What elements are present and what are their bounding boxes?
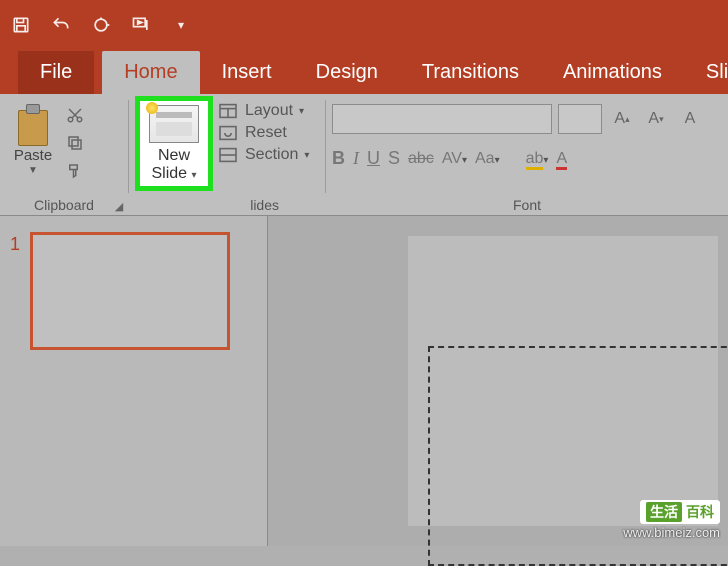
copy-icon[interactable] — [64, 132, 86, 154]
new-slide-label: New Slide ▾ — [151, 147, 196, 182]
tab-design[interactable]: Design — [294, 51, 400, 94]
slide-thumbnail[interactable] — [30, 232, 230, 350]
title-bar: ▾ — [0, 0, 728, 50]
group-slides: New Slide ▾ Layout ▾ Reset — [129, 94, 325, 215]
reset-label: Reset — [245, 124, 287, 142]
group-label-font: Font — [332, 195, 722, 215]
group-clipboard: Paste ▼ Clipboard ◢ — [0, 94, 128, 215]
tab-animations[interactable]: Animations — [541, 51, 684, 94]
new-slide-icon — [149, 105, 199, 143]
group-font: A▴ A▾ A B I U S abc AV▾ Aa▾ ab▾ A Font — [326, 94, 728, 215]
tab-insert[interactable]: Insert — [200, 51, 294, 94]
watermark-badge-left: 生活 — [646, 502, 682, 522]
section-button[interactable]: Section ▾ — [217, 146, 309, 164]
chevron-down-icon: ▼ — [28, 165, 38, 176]
layout-icon — [217, 102, 239, 120]
group-label-clipboard: Clipboard — [6, 195, 122, 215]
ribbon-tabs: File Home Insert Design Transitions Anim… — [0, 50, 728, 94]
slide-editor[interactable] — [268, 216, 728, 546]
start-from-beginning-icon[interactable] — [130, 14, 152, 36]
tab-file[interactable]: File — [18, 51, 94, 94]
dialog-launcher-icon[interactable]: ◢ — [113, 200, 125, 212]
reset-button[interactable]: Reset — [217, 124, 309, 142]
workspace: 1 — [0, 216, 728, 546]
strikethrough-button[interactable]: abc — [408, 150, 434, 168]
clear-formatting-icon[interactable]: A — [676, 105, 704, 133]
decrease-font-icon[interactable]: A▾ — [642, 105, 670, 133]
font-name-combo[interactable] — [332, 104, 552, 134]
cut-icon[interactable] — [64, 104, 86, 126]
ribbon: Paste ▼ Clipboard ◢ New Slid — [0, 94, 728, 216]
reset-icon — [217, 124, 239, 142]
watermark-badge-right: 百科 — [686, 502, 714, 522]
underline-button[interactable]: U — [367, 148, 380, 169]
bold-button[interactable]: B — [332, 148, 345, 169]
chevron-down-icon: ▾ — [299, 106, 304, 117]
slide-number: 1 — [10, 234, 20, 255]
chevron-down-icon: ▾ — [304, 150, 309, 161]
paste-icon — [16, 104, 50, 146]
section-label: Section — [245, 146, 298, 164]
italic-button[interactable]: I — [353, 148, 359, 169]
group-label-slides: lides — [135, 195, 319, 215]
tab-transitions[interactable]: Transitions — [400, 51, 541, 94]
tab-slideshow[interactable]: Slide — [684, 51, 728, 94]
tab-home[interactable]: Home — [102, 51, 199, 94]
paste-label: Paste — [14, 148, 52, 163]
text-highlight-button[interactable]: ab▾ — [526, 150, 549, 168]
redo-icon[interactable] — [90, 14, 112, 36]
font-size-combo[interactable] — [558, 104, 602, 134]
customize-qat-icon[interactable]: ▾ — [170, 14, 192, 36]
increase-font-icon[interactable]: A▴ — [608, 105, 636, 133]
new-slide-button[interactable]: New Slide ▾ — [135, 96, 213, 191]
format-painter-icon[interactable] — [64, 160, 86, 182]
text-shadow-button[interactable]: S — [388, 148, 400, 169]
watermark-url: www.bimeiz.com — [623, 525, 720, 540]
layout-button[interactable]: Layout ▾ — [217, 102, 309, 120]
undo-icon[interactable] — [50, 14, 72, 36]
section-icon — [217, 146, 239, 164]
watermark: 生活 百科 www.bimeiz.com — [623, 500, 720, 540]
change-case-button[interactable]: Aa▾ — [475, 150, 500, 168]
layout-label: Layout — [245, 102, 293, 120]
font-color-button[interactable]: A — [556, 150, 567, 168]
character-spacing-button[interactable]: AV▾ — [442, 150, 467, 168]
paste-button[interactable]: Paste ▼ — [6, 98, 60, 176]
slide-thumbnail-panel[interactable]: 1 — [0, 216, 268, 546]
save-icon[interactable] — [10, 14, 32, 36]
